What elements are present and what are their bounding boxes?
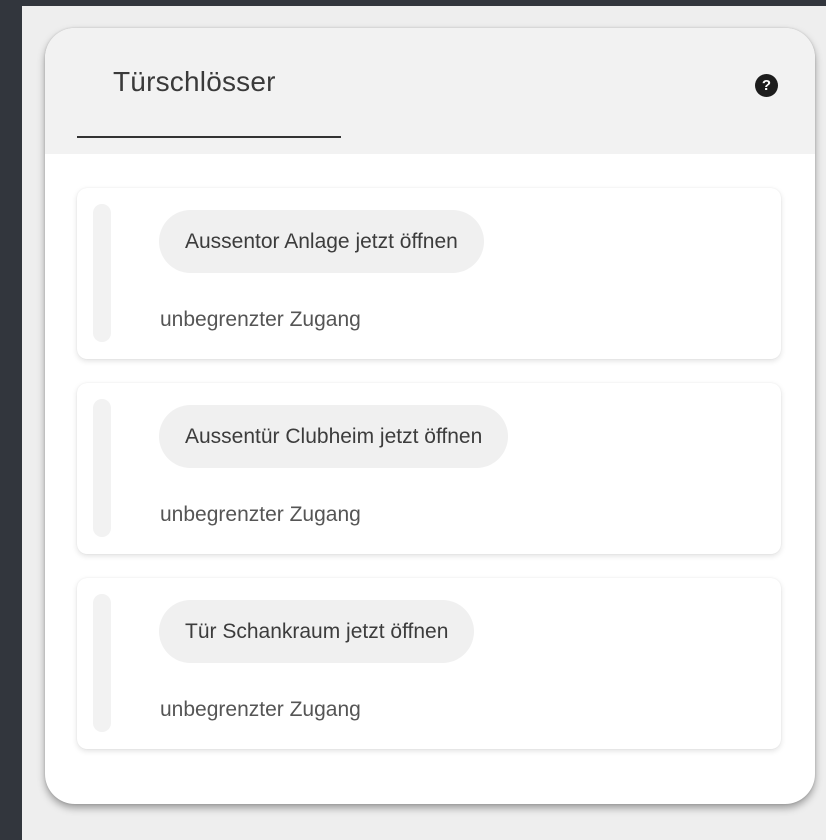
open-tuer-schankraum-button[interactable]: Tür Schankraum jetzt öffnen	[159, 600, 475, 663]
tab-door-locks[interactable]: Türschlösser	[77, 28, 341, 138]
tab-label: Türschlösser	[113, 66, 276, 97]
access-status: unbegrenzter Zugang	[160, 698, 361, 721]
lock-item-tuer-schankraum: Tür Schankraum jetzt öffnen unbegrenzter…	[77, 578, 781, 749]
item-accent-bar	[93, 204, 111, 342]
item-accent-bar	[93, 399, 111, 537]
help-icon[interactable]: ?	[755, 74, 778, 97]
open-aussentuer-clubheim-button[interactable]: Aussentür Clubheim jetzt öffnen	[159, 405, 509, 468]
item-accent-bar	[93, 594, 111, 732]
access-status: unbegrenzter Zugang	[160, 308, 361, 331]
lock-item-aussentuer-clubheim: Aussentür Clubheim jetzt öffnen unbegren…	[77, 383, 781, 554]
access-status: unbegrenzter Zugang	[160, 503, 361, 526]
lock-item-aussentor-anlage: Aussentor Anlage jetzt öffnen unbegrenzt…	[77, 188, 781, 359]
app-frame-left	[0, 0, 22, 840]
door-lock-list: Aussentor Anlage jetzt öffnen unbegrenzt…	[77, 188, 781, 773]
door-locks-card: Türschlösser ? Aussentor Anlage jetzt öf…	[45, 28, 815, 804]
card-header: Türschlösser ?	[45, 28, 815, 154]
open-aussentor-anlage-button[interactable]: Aussentor Anlage jetzt öffnen	[159, 210, 484, 273]
